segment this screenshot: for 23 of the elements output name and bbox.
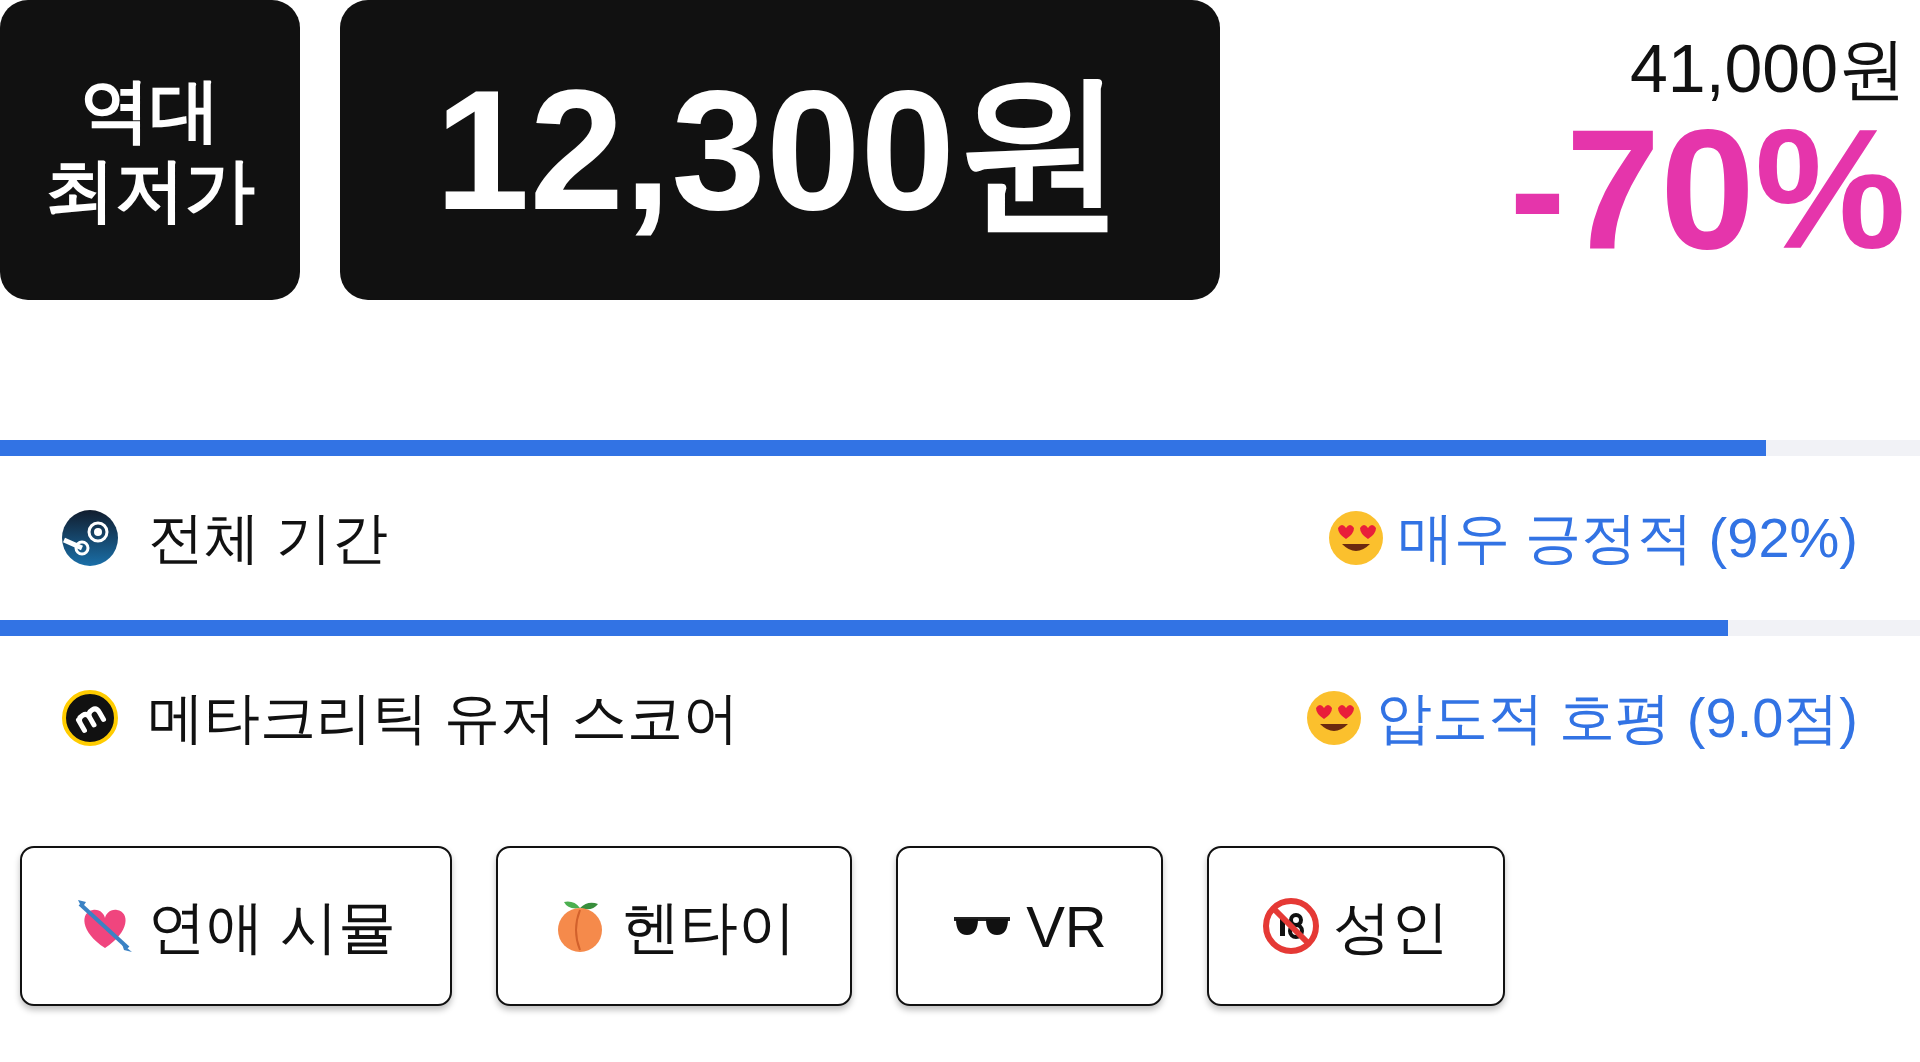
review-verdict: 매우 긍정적 (92%) <box>1397 505 1858 571</box>
heart-eyes-smiley-icon <box>1305 690 1362 746</box>
genre-tag[interactable]: 연애 시뮬 <box>20 846 453 1006</box>
steam-logo-icon <box>62 510 118 566</box>
review-verdict: 압도적 호평 (9.0점) <box>1375 685 1858 751</box>
badge-label: 최저가 <box>45 150 255 231</box>
tag-label: 연애 시뮬 <box>148 892 397 961</box>
review-source-label: 메타크리틱 유저 스코어 <box>148 685 740 751</box>
heart-eyes-smiley-icon <box>1327 510 1384 566</box>
tag-label: VR <box>1026 892 1107 961</box>
original-price: 41,000원 <box>1630 34 1906 102</box>
genre-tag[interactable]: VR <box>896 846 1163 1006</box>
heart-arrow-icon <box>76 898 134 954</box>
badge-label: 역대 <box>80 69 220 150</box>
no-under-18-icon <box>1262 898 1319 954</box>
tag-label: 헨타이 <box>622 892 797 961</box>
genre-tag[interactable]: 성인 <box>1206 846 1505 1006</box>
genre-tag[interactable]: 헨타이 <box>496 846 853 1006</box>
sale-price: 12,300원 <box>435 65 1125 235</box>
metacritic-logo-icon <box>62 690 118 746</box>
review-source-label: 전체 기간 <box>148 505 388 571</box>
tag-label: 성인 <box>1332 892 1449 961</box>
discount-rate: -70% <box>1509 104 1906 274</box>
